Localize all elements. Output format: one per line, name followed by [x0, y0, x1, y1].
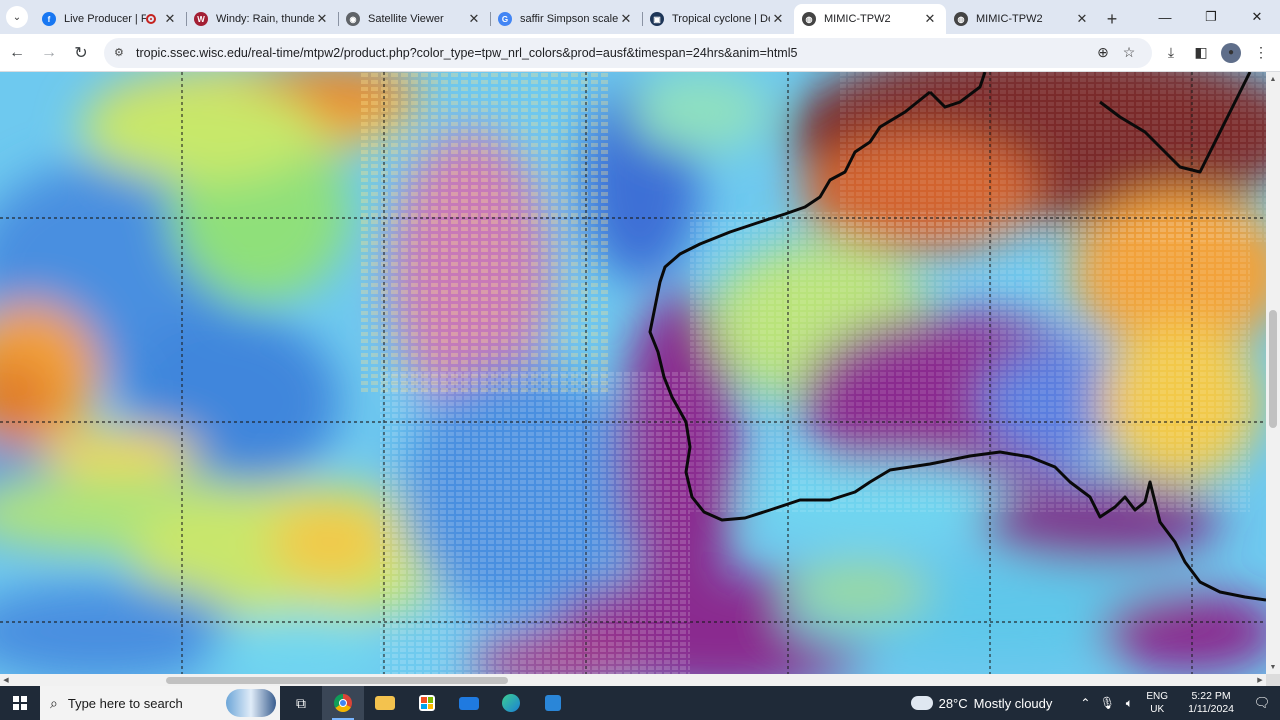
tab-close-icon[interactable]: ✕	[1074, 11, 1090, 27]
tab-title: Tropical cyclone | Def	[672, 13, 770, 25]
address-bar[interactable]: ⚙ tropic.ssec.wisc.edu/real-time/mtpw2/p…	[104, 37, 1152, 68]
facebook-icon: f	[42, 12, 56, 26]
search-highlight-image	[226, 689, 276, 717]
photos-app-icon[interactable]	[532, 686, 574, 720]
clock[interactable]: 5:22 PM 1/11/2024	[1188, 690, 1234, 716]
chevron-down-icon: ⌄	[6, 6, 28, 28]
horizontal-scroll-thumb[interactable]	[166, 677, 508, 684]
menu-kebab-icon[interactable]: ⋮	[1246, 38, 1276, 68]
task-view-icon[interactable]: ⧉	[280, 686, 322, 720]
tab-close-icon[interactable]: ✕	[162, 11, 178, 27]
browser-toolbar: ← → ↻ ⚙ tropic.ssec.wisc.edu/real-time/m…	[0, 34, 1280, 72]
weather-widget[interactable]: 28°C Mostly cloudy	[907, 692, 1053, 711]
tab-close-icon[interactable]: ✕	[618, 11, 634, 27]
taskbar-search-box[interactable]: ⌕ Type here to search	[40, 686, 280, 720]
tab-title: Live Producer | Fa	[64, 13, 146, 25]
browser-tab[interactable]: ▣ Tropical cyclone | Def ✕	[642, 4, 794, 34]
new-tab-button[interactable]: +	[1098, 4, 1126, 34]
scroll-up-arrow-icon[interactable]: ▲	[1266, 72, 1280, 86]
cloud-sun-icon	[907, 692, 933, 710]
clock-time: 5:22 PM	[1191, 690, 1231, 702]
microphone-icon[interactable]: 🎙︎	[1097, 696, 1117, 710]
tab-title: Satellite Viewer	[368, 13, 444, 25]
tpw-map-image	[0, 72, 1266, 674]
close-icon[interactable]: ✕	[1234, 0, 1280, 34]
side-panel-icon[interactable]: ◧	[1186, 38, 1216, 68]
chrome-taskbar-icon[interactable]	[322, 686, 364, 720]
browser-tab[interactable]: ◍ MIMIC-TPW2 ✕	[946, 4, 1098, 34]
tab-search-button[interactable]: ⌄	[0, 0, 34, 34]
ssec-icon: ◍	[802, 12, 816, 26]
windows-taskbar: ⌕ Type here to search ⧉ 28°C Mostly clou…	[0, 686, 1280, 720]
minimize-icon[interactable]: —	[1142, 0, 1188, 34]
microsoft-store-icon[interactable]	[406, 686, 448, 720]
weather-temperature: 28°C	[938, 695, 968, 711]
zoom-icon[interactable]: ⊕	[1090, 44, 1116, 61]
google-icon: G	[498, 12, 512, 26]
start-button[interactable]	[0, 686, 40, 720]
speaker-icon[interactable]: 🔈︎	[1119, 696, 1139, 711]
back-button[interactable]: ←	[2, 38, 32, 68]
browser-tab[interactable]: ◉ Satellite Viewer ✕	[338, 4, 490, 34]
url-text[interactable]: tropic.ssec.wisc.edu/real-time/mtpw2/pro…	[132, 46, 1090, 60]
satellite-image-viewport[interactable]	[0, 72, 1266, 674]
recording-indicator-icon	[146, 14, 156, 24]
weather-condition: Mostly cloudy	[973, 695, 1053, 711]
tab-close-icon[interactable]: ✕	[922, 11, 938, 27]
windy-icon: W	[194, 12, 208, 26]
window-controls: — ❐ ✕	[1142, 0, 1280, 34]
tab-close-icon[interactable]: ✕	[770, 11, 786, 27]
clock-date: 1/11/2024	[1188, 703, 1234, 715]
bookmark-star-icon[interactable]: ☆	[1116, 44, 1142, 61]
forward-button[interactable]: →	[34, 38, 64, 68]
browser-tab[interactable]: ◍ MIMIC-TPW2 ✕	[794, 4, 946, 34]
avatar[interactable]: ●	[1221, 42, 1241, 63]
tab-title: MIMIC-TPW2	[976, 13, 1043, 25]
ssec-icon: ◍	[954, 12, 968, 26]
site-info-icon[interactable]: ⚙	[114, 46, 132, 59]
file-explorer-icon[interactable]	[364, 686, 406, 720]
notification-icon[interactable]: 🗨︎	[1244, 695, 1280, 711]
edge-icon[interactable]	[490, 686, 532, 720]
globe-icon: ◉	[346, 12, 360, 26]
tab-title: saffir Simpson scale	[520, 13, 618, 25]
windows-logo-icon	[13, 696, 27, 710]
tab-strip: ⌄ f Live Producer | Fa ✕ W Windy: Rain, thun…	[0, 0, 1280, 34]
bom-icon: ▣	[650, 12, 664, 26]
tab-close-icon[interactable]: ✕	[466, 11, 482, 27]
scroll-down-arrow-icon[interactable]: ▼	[1266, 660, 1280, 674]
browser-tab[interactable]: Gsaffir Simpson scale ✕	[490, 4, 642, 34]
tab-title: MIMIC-TPW2	[824, 13, 891, 25]
reload-button[interactable]: ↻	[66, 38, 96, 68]
scroll-left-arrow-icon[interactable]: ◀	[0, 674, 12, 686]
mail-icon[interactable]	[448, 686, 490, 720]
keyboard-layout: UK	[1150, 704, 1165, 715]
system-tray: 28°C Mostly cloudy ⌃ 🎙︎ 🔈︎ ENG UK 5:22 P…	[907, 686, 1280, 720]
scroll-corner	[1266, 674, 1280, 686]
search-placeholder: Type here to search	[67, 695, 183, 711]
language-indicator[interactable]: ENG UK	[1146, 690, 1168, 716]
tab-title: Windy: Rain, thunder	[216, 13, 314, 25]
restore-icon[interactable]: ❐	[1188, 0, 1234, 34]
download-icon[interactable]: ⤓	[1156, 38, 1186, 68]
language-code: ENG	[1146, 691, 1169, 702]
vertical-scroll-thumb[interactable]	[1269, 310, 1277, 428]
search-icon: ⌕	[50, 694, 58, 711]
browser-tab[interactable]: f Live Producer | Fa ✕	[34, 4, 186, 34]
tab-close-icon[interactable]: ✕	[314, 11, 330, 27]
horizontal-scrollbar[interactable]: ◀ ▶	[0, 674, 1266, 686]
browser-tab[interactable]: W Windy: Rain, thunder ✕	[186, 4, 338, 34]
vertical-scrollbar[interactable]: ▲ ▼	[1266, 72, 1280, 674]
scroll-right-arrow-icon[interactable]: ▶	[1254, 674, 1266, 686]
chevron-up-icon[interactable]: ⌃	[1075, 696, 1095, 710]
